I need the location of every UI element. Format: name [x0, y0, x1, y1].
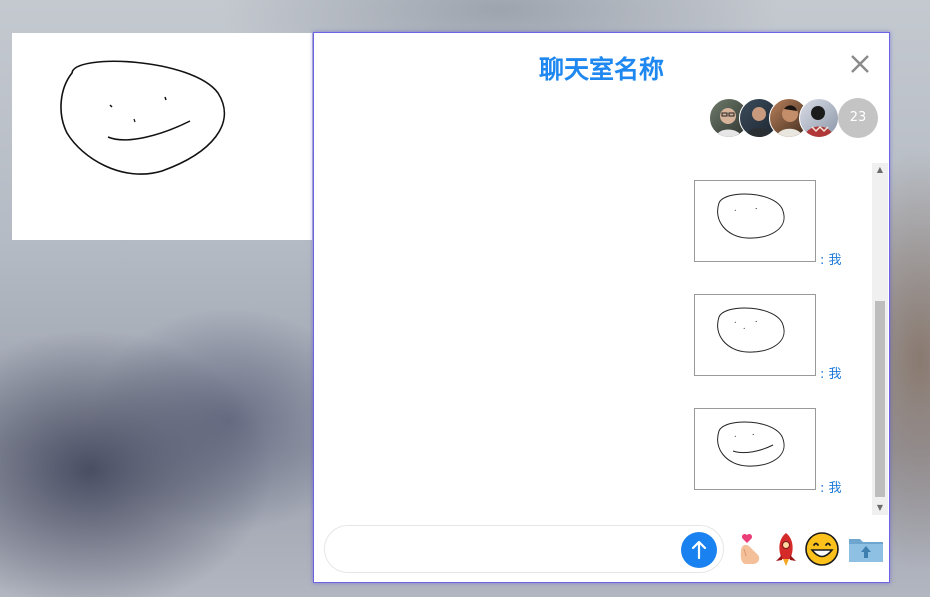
close-icon: [851, 55, 869, 73]
grin-emoji-button[interactable]: [804, 531, 840, 567]
smiley-sketch: [717, 421, 785, 467]
message-input[interactable]: [343, 534, 677, 566]
folder-upload-icon: [849, 539, 883, 562]
member-avatars[interactable]: 23: [709, 98, 884, 138]
upload-folder-button[interactable]: [848, 531, 884, 567]
message-sender: : 我: [820, 253, 842, 268]
drawing-canvas[interactable]: [12, 33, 312, 240]
smiley-drawing: [60, 60, 226, 175]
message-scrollbar[interactable]: ▲ ▼: [872, 163, 888, 515]
scroll-up-arrow-icon[interactable]: ▲: [872, 163, 888, 177]
message-sender: : 我: [820, 367, 842, 382]
grinning-face-emoji: [805, 532, 839, 566]
chat-room-title: 聊天室名称: [538, 55, 664, 84]
member-count-badge[interactable]: 23: [838, 98, 878, 138]
rocket-emoji-button[interactable]: [768, 531, 804, 567]
finger-heart-emoji-button[interactable]: [732, 531, 768, 567]
drawing-image[interactable]: [694, 180, 816, 262]
message-item: : 我: [694, 408, 872, 496]
person-photo: [804, 106, 834, 137]
message-item: : 我: [694, 294, 872, 382]
drawing-image[interactable]: [694, 408, 816, 490]
chat-window: 聊天室名称 23: 我: 我: 我 ▲ ▼: [313, 32, 890, 583]
message-item: : 我: [694, 180, 872, 268]
finger-heart-emoji: [740, 533, 760, 564]
message-input-box[interactable]: [324, 525, 724, 573]
arrow-up-icon: [691, 540, 707, 560]
rocket-emoji: [776, 533, 796, 566]
avatar[interactable]: [799, 98, 839, 138]
close-button[interactable]: [847, 51, 873, 77]
scroll-down-arrow-icon[interactable]: ▼: [872, 501, 888, 515]
scroll-thumb[interactable]: [875, 301, 885, 497]
send-button[interactable]: [681, 532, 717, 568]
message-sender: : 我: [820, 481, 842, 496]
smiley-sketch: [717, 193, 785, 239]
drawing-image[interactable]: [694, 294, 816, 376]
message-list: : 我 : 我 : 我: [314, 163, 872, 515]
smiley-sketch: [717, 307, 785, 353]
